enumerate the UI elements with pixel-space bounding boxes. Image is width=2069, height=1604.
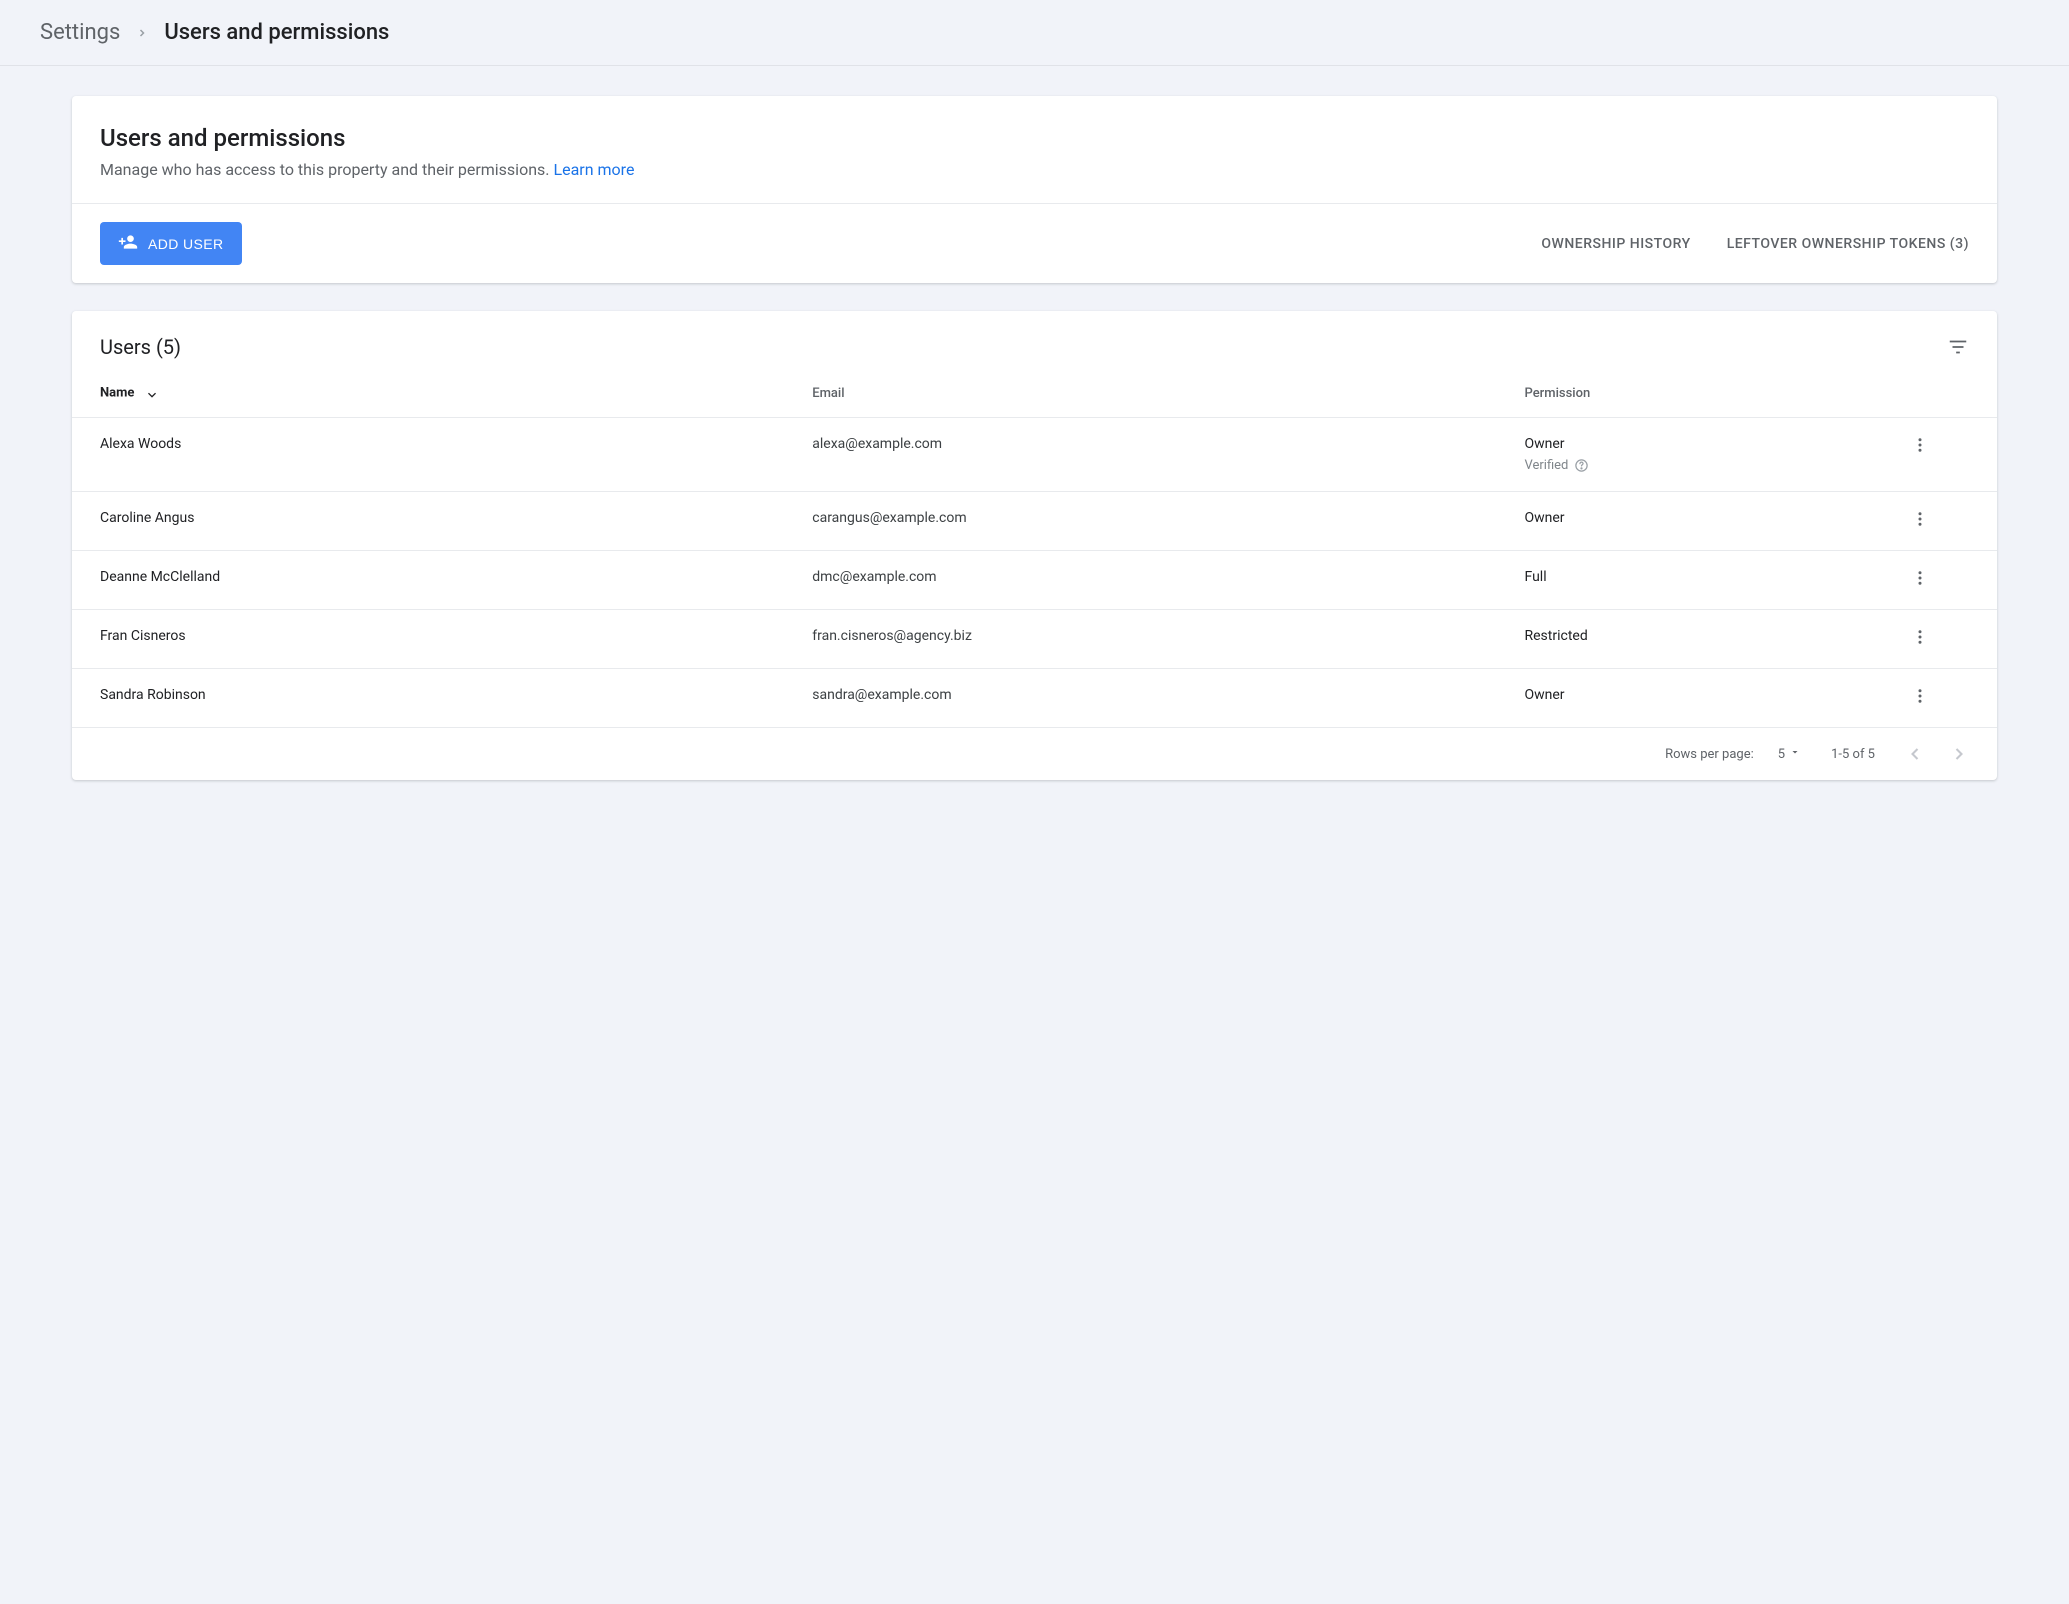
table-row: Alexa Woodsalexa@example.comOwnerVerifie… <box>72 418 1997 492</box>
page-title: Users and permissions <box>100 124 1969 152</box>
user-permission-cell: Owner <box>1497 669 1844 728</box>
table-row: Caroline Anguscarangus@example.comOwner <box>72 492 1997 551</box>
person-add-icon <box>118 232 138 255</box>
row-menu-button[interactable] <box>1911 569 1929 587</box>
verified-badge: Verified <box>1525 458 1816 473</box>
leftover-tokens-link[interactable]: LEFTOVER OWNERSHIP TOKENS (3) <box>1727 236 1969 252</box>
row-menu-button[interactable] <box>1911 628 1929 646</box>
rows-per-page-select[interactable]: 5 <box>1778 746 1801 762</box>
page-subtitle: Manage who has access to this property a… <box>100 160 1969 179</box>
user-name-cell: Fran Cisneros <box>72 610 784 669</box>
filter-icon[interactable] <box>1947 336 1969 358</box>
user-email-cell: carangus@example.com <box>784 492 1496 551</box>
user-name-cell: Alexa Woods <box>72 418 784 492</box>
user-name-cell: Deanne McClelland <box>72 551 784 610</box>
arrow-down-icon <box>144 385 160 401</box>
next-page-button[interactable] <box>1949 744 1969 764</box>
row-menu-button[interactable] <box>1911 436 1929 454</box>
user-name-cell: Sandra Robinson <box>72 669 784 728</box>
add-user-label: ADD USER <box>148 236 224 252</box>
user-permission-cell: Full <box>1497 551 1844 610</box>
learn-more-link[interactable]: Learn more <box>553 160 634 179</box>
breadcrumb-current: Users and permissions <box>164 20 389 45</box>
user-permission-cell: OwnerVerified <box>1497 418 1844 492</box>
user-name-cell: Caroline Angus <box>72 492 784 551</box>
user-email-cell: alexa@example.com <box>784 418 1496 492</box>
user-email-cell: fran.cisneros@agency.biz <box>784 610 1496 669</box>
dropdown-icon <box>1789 746 1801 762</box>
user-email-cell: dmc@example.com <box>784 551 1496 610</box>
column-header-email[interactable]: Email <box>784 369 1496 418</box>
breadcrumb: Settings Users and permissions <box>0 0 2069 66</box>
add-user-button[interactable]: ADD USER <box>100 222 242 265</box>
help-icon[interactable] <box>1574 458 1589 473</box>
table-footer: Rows per page: 5 1-5 of 5 <box>72 728 1997 780</box>
ownership-history-link[interactable]: OWNERSHIP HISTORY <box>1541 236 1690 252</box>
column-header-permission[interactable]: Permission <box>1497 369 1844 418</box>
table-row: Sandra Robinsonsandra@example.comOwner <box>72 669 1997 728</box>
row-menu-button[interactable] <box>1911 687 1929 705</box>
prev-page-button[interactable] <box>1905 744 1925 764</box>
table-row: Deanne McClellanddmc@example.comFull <box>72 551 1997 610</box>
user-permission-cell: Owner <box>1497 492 1844 551</box>
rows-per-page-label: Rows per page: <box>1665 747 1754 762</box>
row-menu-button[interactable] <box>1911 510 1929 528</box>
chevron-right-icon <box>136 27 148 39</box>
users-table-card: Users (5) Name Email Permission <box>72 311 1997 780</box>
column-header-name[interactable]: Name <box>72 369 784 418</box>
user-email-cell: sandra@example.com <box>784 669 1496 728</box>
table-row: Fran Cisnerosfran.cisneros@agency.bizRes… <box>72 610 1997 669</box>
user-permission-cell: Restricted <box>1497 610 1844 669</box>
breadcrumb-root-link[interactable]: Settings <box>40 20 120 45</box>
users-table: Name Email Permission Alexa Woodsalexa@e… <box>72 369 1997 728</box>
pagination-range: 1-5 of 5 <box>1831 747 1875 762</box>
users-table-title: Users (5) <box>100 335 181 359</box>
header-card: Users and permissions Manage who has acc… <box>72 96 1997 283</box>
